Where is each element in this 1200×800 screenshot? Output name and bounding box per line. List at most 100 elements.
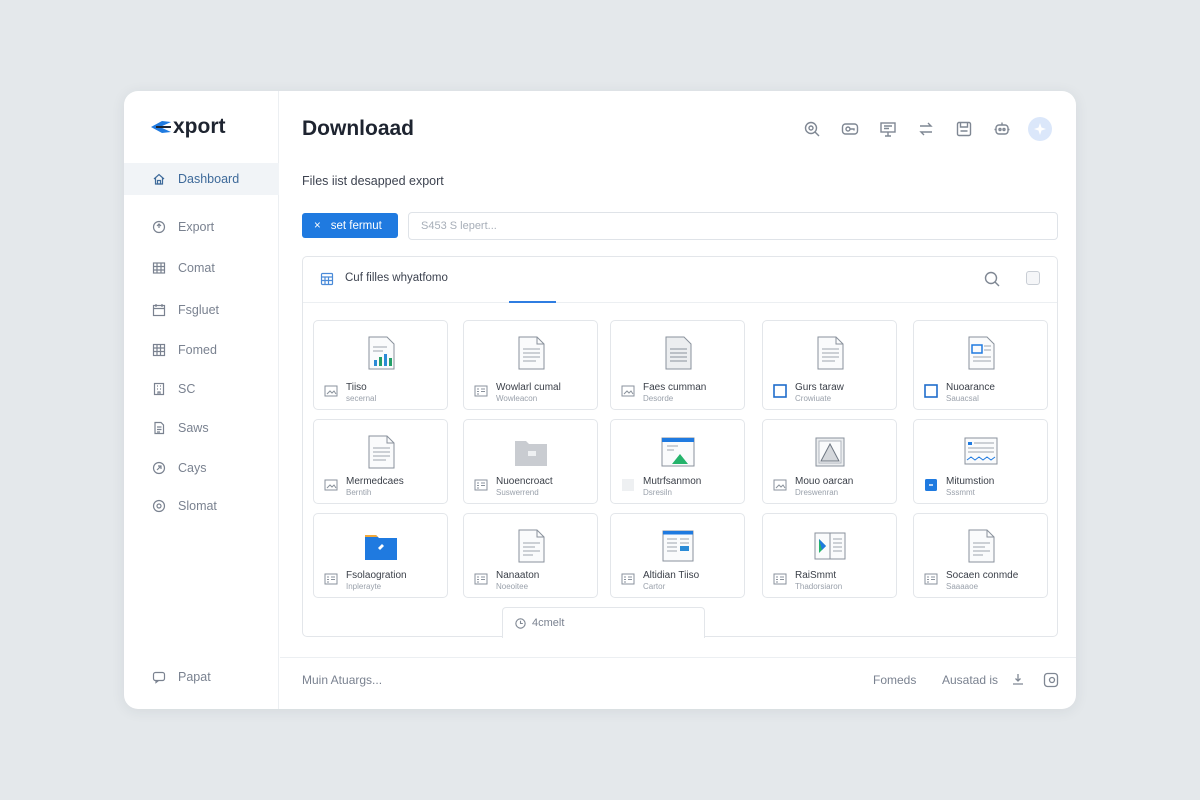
file-meta: Dreswenran bbox=[795, 488, 839, 497]
document-icon bbox=[961, 333, 1001, 373]
sidebar-item-fsgluet[interactable]: Fsgluet bbox=[124, 294, 279, 326]
file-card[interactable]: Gurs taraw Crowiuate bbox=[762, 320, 897, 410]
sidebar-item-cays[interactable]: Cays bbox=[124, 452, 279, 484]
files-panel: Cuf filles whyatfomo Tiiso secernal Wowlar… bbox=[302, 256, 1058, 638]
chart-window-icon bbox=[658, 432, 698, 472]
checkbox-icon[interactable] bbox=[773, 384, 787, 398]
file-name: Nuoencroact bbox=[496, 476, 553, 487]
checkbox-checked-icon[interactable] bbox=[924, 478, 938, 492]
image-icon bbox=[773, 478, 787, 492]
settings-square-icon[interactable] bbox=[1043, 672, 1059, 688]
page-title: Downloaad bbox=[302, 117, 415, 140]
file-card[interactable]: RaiSmmt Thadorsiaron bbox=[762, 513, 897, 598]
set-format-button[interactable]: × set fermut bbox=[302, 213, 398, 238]
file-name: Socaen conmde bbox=[946, 570, 1019, 581]
image-icon bbox=[621, 384, 635, 398]
file-card[interactable]: Mitumstion Sssmmt bbox=[913, 419, 1048, 504]
calendar-icon bbox=[152, 304, 166, 317]
page-subtitle: Files iist desapped export bbox=[302, 174, 444, 188]
sidebar-item-label: Comat bbox=[178, 261, 215, 275]
search-zoom-icon[interactable] bbox=[800, 117, 824, 141]
file-meta: Inplerayte bbox=[346, 582, 382, 591]
sidebar-item-label: Cays bbox=[178, 461, 207, 475]
more-label: 4cmelt bbox=[532, 617, 565, 629]
panel-title: Cuf filles whyatfomo bbox=[345, 272, 448, 284]
header-toolbar bbox=[800, 117, 1052, 141]
active-tab-indicator bbox=[509, 301, 556, 303]
file-meta: Suswerrend bbox=[496, 488, 539, 497]
file-meta: Thadorsiaron bbox=[795, 582, 843, 591]
save-icon[interactable] bbox=[952, 117, 976, 141]
file-meta: Saaaaoe bbox=[946, 582, 979, 591]
file-name: Gurs taraw bbox=[795, 382, 844, 393]
profile-icon[interactable] bbox=[1028, 117, 1052, 141]
file-card[interactable]: Wowlarl cumal Wowleacon bbox=[463, 320, 598, 410]
home-icon bbox=[153, 173, 165, 185]
file-name: Nanaaton bbox=[496, 570, 540, 581]
file-name: Altidian Tiiso bbox=[643, 570, 700, 581]
file-name: Tiiso bbox=[346, 382, 367, 393]
more-button[interactable]: 4cmelt bbox=[502, 607, 705, 638]
file-card[interactable]: Altidian Tiiso Cartor bbox=[610, 513, 745, 598]
calendar-grid-icon bbox=[320, 272, 334, 286]
file-name: Nuoarance bbox=[946, 382, 995, 393]
sidebar-item-export[interactable]: Export bbox=[124, 211, 279, 243]
app-window: xport Dashboard Export Comat Fsgluet Fom… bbox=[124, 91, 1076, 709]
sidebar-item-dashboard[interactable]: Dashboard bbox=[124, 163, 279, 195]
grid-icon bbox=[773, 572, 787, 586]
table-window-icon bbox=[658, 526, 698, 566]
sidebar-item-comat[interactable]: Comat bbox=[124, 252, 279, 284]
folder-icon bbox=[361, 526, 401, 566]
file-name: RaiSmmt bbox=[795, 570, 837, 581]
key-icon[interactable] bbox=[838, 117, 862, 141]
export-icon bbox=[152, 220, 166, 234]
footer-status: Muin Atuargs... bbox=[302, 673, 383, 687]
swap-icon[interactable] bbox=[914, 117, 938, 141]
file-meta: Crowiuate bbox=[795, 394, 832, 403]
sidebar-item-label: Saws bbox=[178, 421, 209, 435]
file-card[interactable]: Tiiso secernal bbox=[313, 320, 448, 410]
file-card[interactable]: Mermedcaes Berntih bbox=[313, 419, 448, 504]
sidebar-item-label: Dashboard bbox=[178, 172, 240, 186]
file-name: Mermedcaes bbox=[346, 476, 404, 487]
file-card[interactable]: Fsolaogration Inplerayte bbox=[313, 513, 448, 598]
file-card[interactable]: Mutrfsanmon Dsresiln bbox=[610, 419, 745, 504]
sidebar-item-label: Export bbox=[178, 220, 215, 234]
document-icon bbox=[810, 333, 850, 373]
sidebar-item-fomed[interactable]: Fomed bbox=[124, 334, 279, 366]
select-all-checkbox[interactable] bbox=[1026, 271, 1040, 285]
file-card[interactable]: Nuoarance Sauacsal bbox=[913, 320, 1048, 410]
sidebar-item-label: Slomat bbox=[178, 499, 217, 513]
file-card[interactable]: Nanaaton Noeoitee bbox=[463, 513, 598, 598]
robot-icon[interactable] bbox=[990, 117, 1014, 141]
file-meta: secernal bbox=[346, 394, 377, 403]
file-meta: Berntih bbox=[346, 488, 372, 497]
file-meta: Cartor bbox=[643, 582, 666, 591]
image-icon bbox=[324, 478, 338, 492]
sidebar-item-label: Fomed bbox=[178, 343, 217, 357]
footer-link-formats[interactable]: Fomeds bbox=[873, 673, 916, 687]
chat-icon bbox=[152, 671, 166, 684]
chart-document-icon bbox=[361, 333, 401, 373]
file-name: Faes cumman bbox=[643, 382, 707, 393]
sidebar-item-sc[interactable]: SC bbox=[124, 373, 279, 405]
file-card[interactable]: Socaen conmde Saaaaoe bbox=[913, 513, 1048, 598]
sidebar-item-saws[interactable]: Saws bbox=[124, 412, 279, 444]
document-icon bbox=[658, 333, 698, 373]
logo-text: xport bbox=[173, 115, 226, 138]
download-icon[interactable] bbox=[1011, 672, 1025, 686]
file-name: Mutrfsanmon bbox=[643, 476, 702, 487]
sidebar-item-slomat[interactable]: Slomat bbox=[124, 490, 279, 522]
file-card[interactable]: Nuoencroact Suswerrend bbox=[463, 419, 598, 504]
sidebar-item-papat[interactable]: Papat bbox=[124, 661, 279, 693]
search-icon[interactable] bbox=[983, 270, 1001, 288]
grid-icon bbox=[152, 343, 166, 357]
file-card[interactable]: Faes cumman Desorde bbox=[610, 320, 745, 410]
app-logo[interactable]: xport bbox=[150, 115, 226, 139]
file-card[interactable]: Mouo oarcan Dreswenran bbox=[762, 419, 897, 504]
search-input[interactable] bbox=[408, 212, 1058, 240]
grid-icon bbox=[474, 478, 488, 492]
footer-link-status[interactable]: Ausatad is bbox=[942, 673, 998, 687]
presentation-icon[interactable] bbox=[876, 117, 900, 141]
checkbox-icon[interactable] bbox=[924, 384, 938, 398]
